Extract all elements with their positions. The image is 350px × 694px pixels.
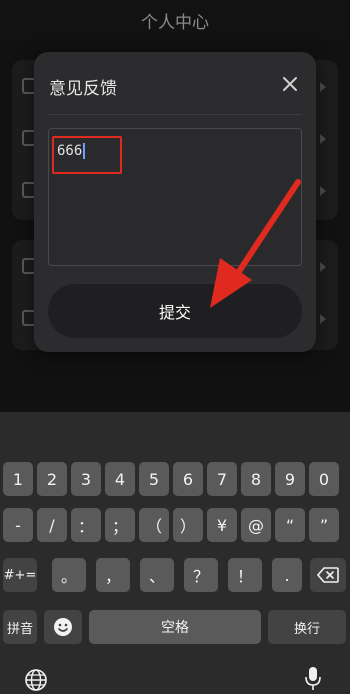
annotation-highlight-box: [52, 136, 122, 174]
keyboard-row-bottom: 拼音 空格 换行: [0, 610, 350, 644]
key-yen[interactable]: ¥: [207, 508, 237, 542]
key-at[interactable]: @: [241, 508, 271, 542]
key-0[interactable]: 0: [309, 462, 339, 496]
key-1[interactable]: 1: [3, 462, 33, 496]
emoji-icon: [54, 618, 72, 636]
chevron-right-icon: [320, 262, 326, 272]
key-semicolon[interactable]: ；: [105, 508, 135, 542]
key-2[interactable]: 2: [37, 462, 67, 496]
backspace-key[interactable]: [310, 558, 346, 592]
key-4[interactable]: 4: [105, 462, 135, 496]
page-title: 个人中心: [141, 12, 209, 33]
key-slash[interactable]: /: [37, 508, 67, 542]
key-period[interactable]: .: [272, 558, 302, 592]
close-icon: [283, 77, 297, 91]
keyboard-row-punctuation: #+= 。 ， 、 ？ ！ .: [0, 558, 350, 592]
emoji-key[interactable]: [44, 610, 82, 644]
key-enum-comma[interactable]: 、: [140, 558, 174, 592]
chevron-right-icon: [320, 134, 326, 144]
chevron-right-icon: [320, 314, 326, 324]
key-9[interactable]: 9: [275, 462, 305, 496]
key-right-paren[interactable]: ）: [173, 508, 203, 542]
key-period-cn[interactable]: 。: [52, 558, 86, 592]
backspace-icon: [317, 567, 339, 583]
dialog-title: 意见反馈: [49, 79, 117, 99]
chevron-right-icon: [320, 186, 326, 196]
key-hyphen[interactable]: -: [3, 508, 33, 542]
key-open-quote[interactable]: “: [275, 508, 305, 542]
page-header: 个人中心: [0, 0, 350, 40]
microphone-icon[interactable]: [304, 666, 322, 692]
keyboard-row-numbers: 1 2 3 4 5 6 7 8 9 0: [0, 462, 350, 496]
return-key[interactable]: 换行: [268, 610, 346, 644]
space-key[interactable]: 空格: [89, 610, 261, 644]
key-close-quote[interactable]: ”: [309, 508, 339, 542]
close-button[interactable]: [276, 70, 304, 98]
keyboard: 1 2 3 4 5 6 7 8 9 0 - / ： ； （ ） ¥ @ “ ” …: [0, 412, 350, 694]
keyboard-bottom-bar: [0, 664, 350, 694]
submit-button[interactable]: 提交: [48, 284, 302, 338]
key-comma-cn[interactable]: ，: [96, 558, 130, 592]
dialog-divider: [48, 114, 302, 115]
key-5[interactable]: 5: [139, 462, 169, 496]
key-3[interactable]: 3: [71, 462, 101, 496]
key-colon[interactable]: ：: [71, 508, 101, 542]
key-6[interactable]: 6: [173, 462, 203, 496]
key-pinyin[interactable]: 拼音: [3, 610, 37, 644]
feedback-dialog: 意见反馈 666 提交: [34, 52, 316, 352]
key-exclamation[interactable]: ！: [228, 558, 262, 592]
key-8[interactable]: 8: [241, 462, 271, 496]
globe-icon[interactable]: [24, 668, 48, 692]
key-7[interactable]: 7: [207, 462, 237, 496]
chevron-right-icon: [320, 82, 326, 92]
keyboard-row-symbols: - / ： ； （ ） ¥ @ “ ”: [0, 508, 350, 542]
key-symbols-mode[interactable]: #+=: [3, 558, 37, 592]
key-question[interactable]: ？: [184, 558, 218, 592]
key-left-paren[interactable]: （: [139, 508, 169, 542]
